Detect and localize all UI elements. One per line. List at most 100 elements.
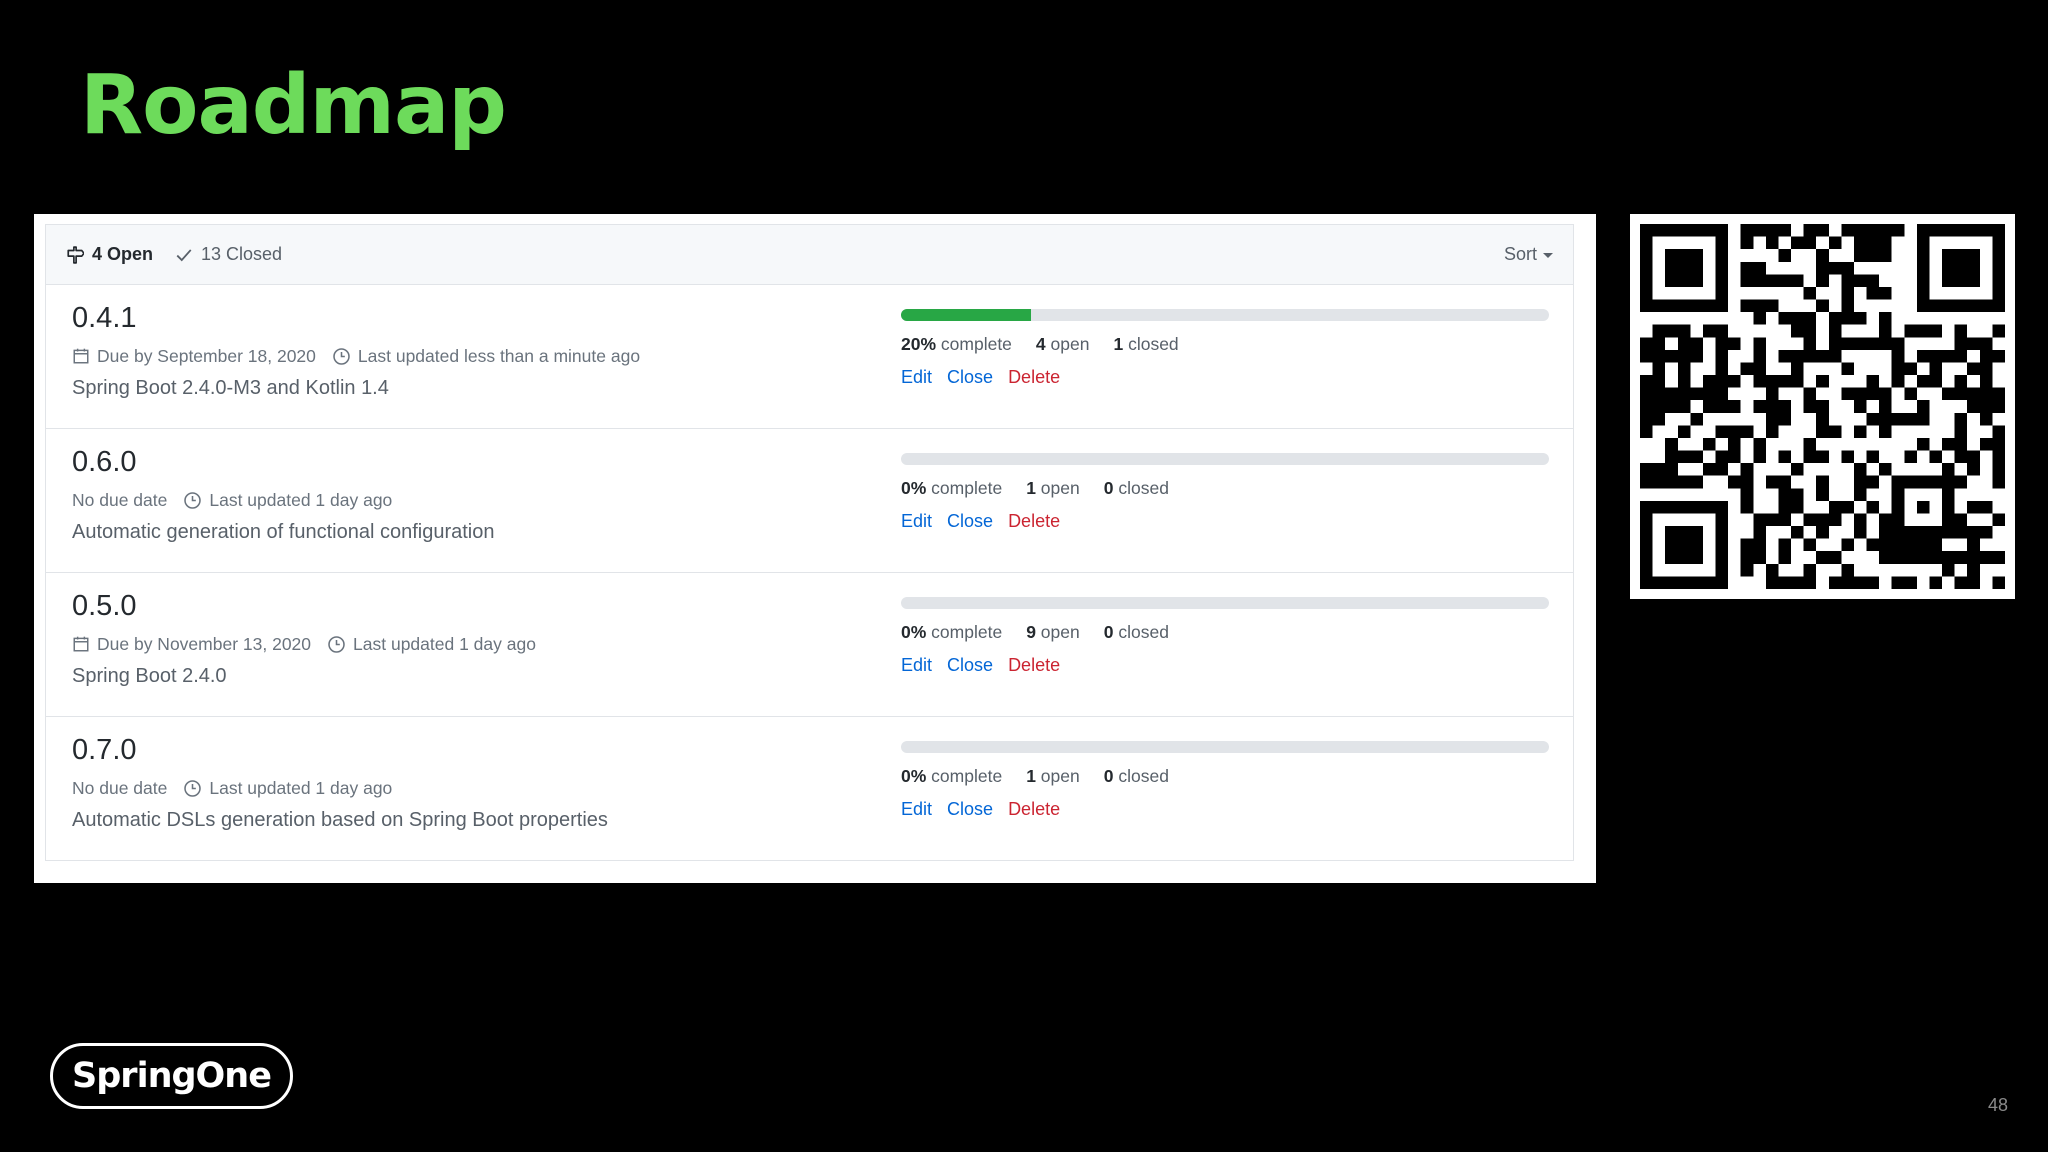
milestone-meta: Due by November 13, 2020 Last updated 1 … bbox=[72, 632, 872, 656]
due-date-text: Due by November 13, 2020 bbox=[97, 633, 312, 654]
open-issues-count: 1 open bbox=[1026, 477, 1080, 498]
last-updated-text: Last updated less than a minute ago bbox=[357, 345, 641, 366]
milestone-info: 0.7.0 No due date Last updated 1 day ago… bbox=[72, 733, 872, 832]
close-link[interactable]: Close bbox=[947, 511, 993, 532]
milestone-title[interactable]: 0.5.0 bbox=[72, 589, 872, 623]
due-date: No due date bbox=[72, 490, 167, 511]
last-updated: Last updated 1 day ago bbox=[327, 634, 536, 655]
sort-dropdown[interactable]: Sort bbox=[1504, 244, 1553, 265]
milestone-progress-area: 0% complete 1 open 0 closed Edit Close D… bbox=[901, 741, 1549, 820]
last-updated-text: Last updated 1 day ago bbox=[353, 633, 536, 654]
milestone-meta: Due by September 18, 2020 Last updated l… bbox=[72, 344, 872, 368]
edit-link[interactable]: Edit bbox=[901, 511, 932, 532]
percent-complete: 0% complete bbox=[901, 765, 1003, 786]
milestone-description: Spring Boot 2.4.0-M3 and Kotlin 1.4 bbox=[72, 377, 389, 399]
milestones-screenshot-panel: 4 Open 13 Closed Sort 0.4.1 Due by Septe… bbox=[34, 214, 1596, 883]
last-updated: Last updated less than a minute ago bbox=[332, 346, 640, 367]
delete-link[interactable]: Delete bbox=[1008, 511, 1060, 532]
logo-text: SpringOne bbox=[72, 1056, 272, 1096]
last-updated: Last updated 1 day ago bbox=[183, 778, 392, 799]
milestone-stats: 0% complete 9 open 0 closed bbox=[901, 620, 1549, 644]
delete-link[interactable]: Delete bbox=[1008, 655, 1060, 676]
milestone-actions: Edit Close Delete bbox=[901, 511, 1549, 532]
calendar-icon bbox=[72, 635, 90, 653]
progress-bar bbox=[901, 597, 1549, 609]
edit-link[interactable]: Edit bbox=[901, 799, 932, 820]
milestone-title[interactable]: 0.4.1 bbox=[72, 301, 872, 335]
milestone-description: Automatic generation of functional confi… bbox=[72, 521, 495, 543]
progress-bar-fill bbox=[901, 309, 1031, 321]
closed-issues-count: 1 closed bbox=[1113, 333, 1179, 354]
percent-complete: 0% complete bbox=[901, 477, 1003, 498]
due-date: Due by September 18, 2020 bbox=[72, 346, 316, 367]
caret-down-icon bbox=[1543, 253, 1553, 258]
open-issues-count: 9 open bbox=[1026, 621, 1080, 642]
open-issues-count: 4 open bbox=[1035, 333, 1090, 354]
milestone-row: 0.4.1 Due by September 18, 2020 Last upd… bbox=[46, 285, 1573, 429]
due-date-text: No due date bbox=[72, 777, 168, 798]
calendar-icon bbox=[72, 347, 90, 365]
milestone-actions: Edit Close Delete bbox=[901, 367, 1549, 388]
due-date: No due date bbox=[72, 778, 167, 799]
milestone-stats: 0% complete 1 open 0 closed bbox=[901, 764, 1549, 788]
milestone-info: 0.6.0 No due date Last updated 1 day ago… bbox=[72, 445, 872, 544]
due-date: Due by November 13, 2020 bbox=[72, 634, 311, 655]
last-updated-text: Last updated 1 day ago bbox=[209, 777, 393, 798]
page-number: 48 bbox=[1987, 1095, 2008, 1115]
clock-icon bbox=[332, 347, 351, 366]
milestone-progress-area: 20% complete 4 open 1 closed Edit Close … bbox=[901, 309, 1549, 388]
milestone-info: 0.4.1 Due by September 18, 2020 Last upd… bbox=[72, 301, 872, 400]
milestone-description: Spring Boot 2.4.0 bbox=[72, 665, 227, 687]
percent-complete: 20% complete bbox=[901, 333, 1012, 354]
closed-issues-count: 0 closed bbox=[1103, 621, 1169, 642]
milestone-row: 0.6.0 No due date Last updated 1 day ago… bbox=[46, 429, 1573, 573]
clock-icon bbox=[183, 779, 202, 798]
open-milestones-tab[interactable]: 4 Open bbox=[66, 244, 153, 265]
progress-bar bbox=[901, 453, 1549, 465]
due-date-text: Due by September 18, 2020 bbox=[97, 345, 316, 366]
closed-issues-count: 0 closed bbox=[1103, 765, 1169, 786]
qr-code bbox=[1630, 214, 2015, 599]
clock-icon bbox=[183, 491, 202, 510]
edit-link[interactable]: Edit bbox=[901, 367, 932, 388]
springone-logo: SpringOne bbox=[50, 1043, 293, 1109]
last-updated: Last updated 1 day ago bbox=[183, 490, 392, 511]
milestones-list: 4 Open 13 Closed Sort 0.4.1 Due by Septe… bbox=[45, 224, 1574, 861]
progress-bar bbox=[901, 309, 1549, 321]
delete-link[interactable]: Delete bbox=[1008, 799, 1060, 820]
milestones-header: 4 Open 13 Closed Sort bbox=[46, 225, 1573, 285]
milestone-progress-area: 0% complete 9 open 0 closed Edit Close D… bbox=[901, 597, 1549, 676]
delete-link[interactable]: Delete bbox=[1008, 367, 1060, 388]
closed-milestones-tab[interactable]: 13 Closed bbox=[175, 244, 282, 265]
milestone-stats: 0% complete 1 open 0 closed bbox=[901, 476, 1549, 500]
open-issues-count: 1 open bbox=[1026, 765, 1080, 786]
check-icon bbox=[175, 246, 193, 264]
close-link[interactable]: Close bbox=[947, 367, 993, 388]
last-updated-text: Last updated 1 day ago bbox=[209, 489, 393, 510]
milestone-title[interactable]: 0.6.0 bbox=[72, 445, 872, 479]
milestone-icon bbox=[66, 245, 84, 264]
sort-label: Sort bbox=[1503, 244, 1537, 264]
milestone-row: 0.7.0 No due date Last updated 1 day ago… bbox=[46, 717, 1573, 860]
open-count: 4 Open bbox=[92, 244, 154, 264]
closed-count: 13 Closed bbox=[201, 244, 283, 264]
milestone-info: 0.5.0 Due by November 13, 2020 Last upda… bbox=[72, 589, 872, 688]
closed-issues-count: 0 closed bbox=[1103, 477, 1169, 498]
slide-title: Roadmap bbox=[80, 58, 507, 153]
milestone-row: 0.5.0 Due by November 13, 2020 Last upda… bbox=[46, 573, 1573, 717]
milestone-stats: 20% complete 4 open 1 closed bbox=[901, 332, 1549, 356]
milestone-meta: No due date Last updated 1 day ago bbox=[72, 488, 872, 512]
milestone-description: Automatic DSLs generation based on Sprin… bbox=[72, 809, 608, 831]
milestone-meta: No due date Last updated 1 day ago bbox=[72, 776, 872, 800]
qr-code-graphic bbox=[1640, 224, 2005, 589]
percent-complete: 0% complete bbox=[901, 621, 1003, 642]
milestone-actions: Edit Close Delete bbox=[901, 799, 1549, 820]
close-link[interactable]: Close bbox=[947, 655, 993, 676]
clock-icon bbox=[327, 635, 346, 654]
milestone-title[interactable]: 0.7.0 bbox=[72, 733, 872, 767]
milestone-actions: Edit Close Delete bbox=[901, 655, 1549, 676]
milestone-progress-area: 0% complete 1 open 0 closed Edit Close D… bbox=[901, 453, 1549, 532]
close-link[interactable]: Close bbox=[947, 799, 993, 820]
edit-link[interactable]: Edit bbox=[901, 655, 932, 676]
progress-bar bbox=[901, 741, 1549, 753]
